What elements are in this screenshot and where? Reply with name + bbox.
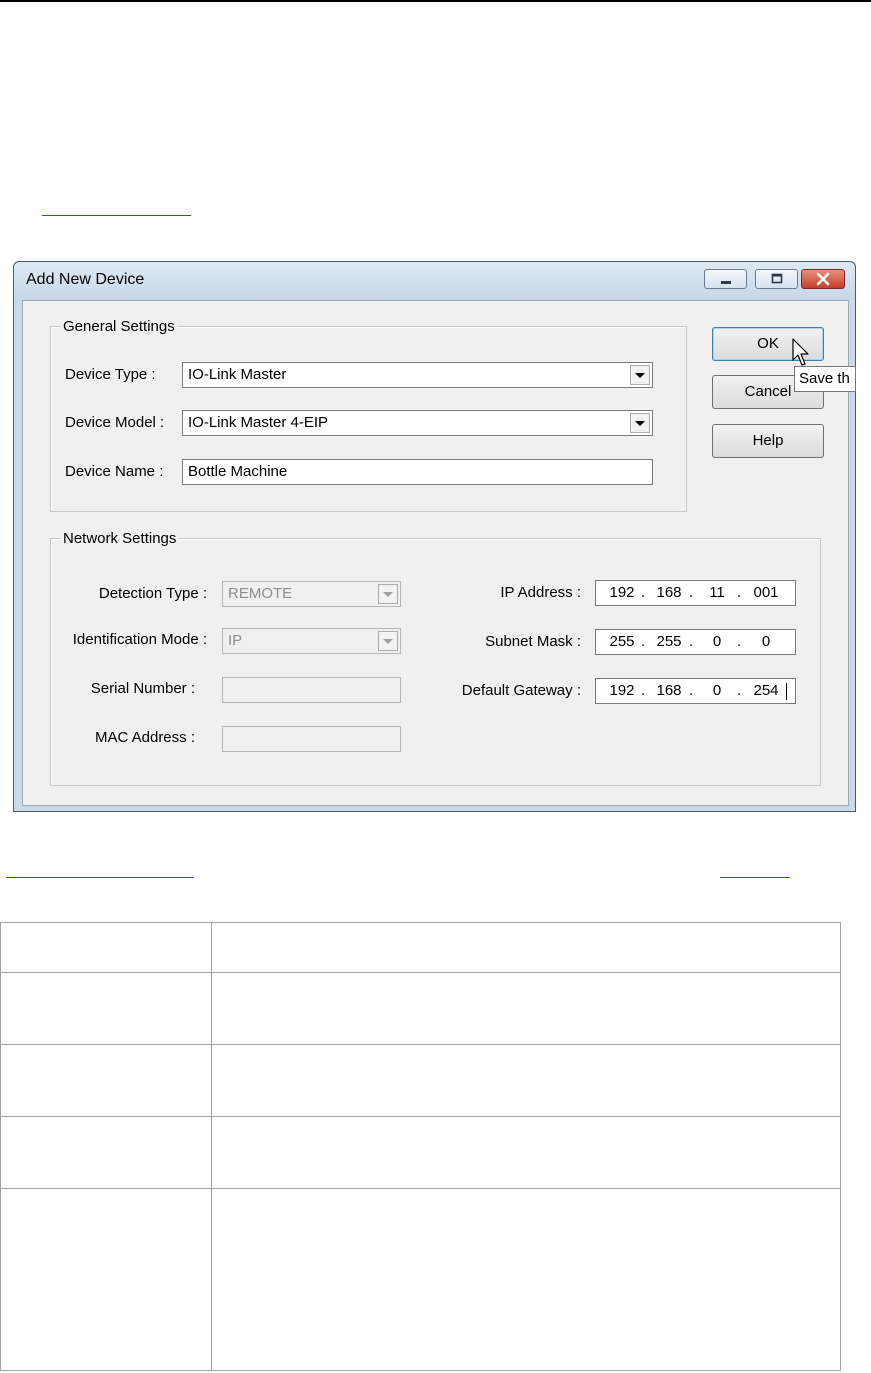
title-bar[interactable]: Add New Device [14, 262, 855, 300]
detection-type-dropdown[interactable]: REMOTE [222, 581, 401, 607]
network-settings-group [50, 538, 821, 786]
dropdown-arrow-icon[interactable] [378, 631, 398, 651]
device-type-value: IO-Link Master [188, 366, 287, 383]
table-row-divider [1, 972, 840, 973]
text-caret [786, 683, 787, 700]
ip-octet: 168 [656, 682, 682, 699]
ip-dot: . [737, 633, 742, 650]
serial-number-label: Serial Number : [90, 680, 195, 697]
ip-dot: . [641, 584, 646, 601]
add-new-device-dialog: Add New Device General Settings Device T… [13, 261, 856, 812]
dialog-client-area: General Settings Device Type : IO-Link M… [22, 300, 849, 806]
mac-address-field[interactable] [222, 726, 401, 752]
ip-octet: 254 [753, 682, 779, 699]
minimize-button[interactable] [704, 269, 747, 289]
default-gateway-label: Default Gateway : [461, 682, 581, 699]
ip-dot: . [689, 633, 694, 650]
table-row-divider [1, 1116, 840, 1117]
minimize-icon [720, 281, 731, 284]
identification-mode-value: IP [228, 632, 243, 649]
ip-octet: 0 [761, 633, 771, 650]
top-rule [0, 0, 871, 2]
ip-dot: . [737, 682, 742, 699]
document-link-underline[interactable] [720, 877, 790, 878]
settings-table [0, 922, 841, 1371]
device-type-label: Device Type : [65, 366, 156, 383]
ip-octet: 255 [656, 633, 682, 650]
subnet-mask-label: Subnet Mask : [485, 633, 581, 650]
help-button[interactable]: Help [712, 424, 824, 458]
ip-octet: 0 [712, 682, 722, 699]
general-settings-title: General Settings [61, 318, 177, 335]
network-settings-title: Network Settings [61, 530, 179, 547]
table-row-divider [1, 1044, 840, 1045]
ip-address-field[interactable]: 192 . 168 . 11 . 001 [595, 580, 796, 606]
ip-address-label: IP Address : [500, 584, 581, 601]
device-type-dropdown[interactable]: IO-Link Master [182, 362, 653, 388]
device-model-label: Device Model : [65, 414, 165, 431]
device-name-field[interactable]: Bottle Machine [182, 459, 653, 485]
default-gateway-field[interactable]: 192 . 168 . 0 . 254 [595, 678, 796, 704]
dropdown-arrow-icon[interactable] [630, 413, 650, 433]
ip-octet: 255 [609, 633, 635, 650]
ok-tooltip: Save th [794, 366, 856, 392]
identification-mode-label: Identification Mode : [72, 631, 207, 648]
document-link-underline[interactable] [42, 215, 191, 216]
detection-type-label: Detection Type : [98, 585, 207, 602]
mac-address-label: MAC Address : [94, 729, 195, 746]
detection-type-value: REMOTE [228, 585, 293, 602]
serial-number-field[interactable] [222, 677, 401, 703]
dropdown-arrow-icon[interactable] [630, 365, 650, 385]
ip-octet: 11 [709, 584, 725, 601]
ip-dot: . [641, 633, 646, 650]
ip-octet: 192 [609, 584, 635, 601]
ip-dot: . [737, 584, 742, 601]
ip-dot: . [689, 584, 694, 601]
dropdown-arrow-icon[interactable] [378, 584, 398, 604]
device-model-dropdown[interactable]: IO-Link Master 4-EIP [182, 410, 653, 436]
window-title: Add New Device [26, 271, 145, 288]
table-row-divider [1, 1188, 840, 1189]
maximize-icon [771, 273, 782, 284]
close-button[interactable] [801, 269, 845, 289]
ip-dot: . [689, 682, 694, 699]
close-icon [816, 272, 830, 286]
ip-octet: 168 [656, 584, 682, 601]
document-link-underline[interactable] [6, 877, 194, 878]
ip-dot: . [641, 682, 646, 699]
mouse-cursor-icon [792, 338, 809, 366]
table-column-divider [211, 923, 212, 1370]
identification-mode-dropdown[interactable]: IP [222, 628, 401, 654]
ip-octet: 0 [712, 633, 722, 650]
device-name-value: Bottle Machine [188, 463, 288, 480]
ip-octet: 001 [753, 584, 779, 601]
maximize-button[interactable] [755, 269, 798, 289]
subnet-mask-field[interactable]: 255 . 255 . 0 . 0 [595, 629, 796, 655]
device-model-value: IO-Link Master 4-EIP [188, 414, 329, 431]
ip-octet: 192 [609, 682, 635, 699]
device-name-label: Device Name : [65, 463, 164, 480]
